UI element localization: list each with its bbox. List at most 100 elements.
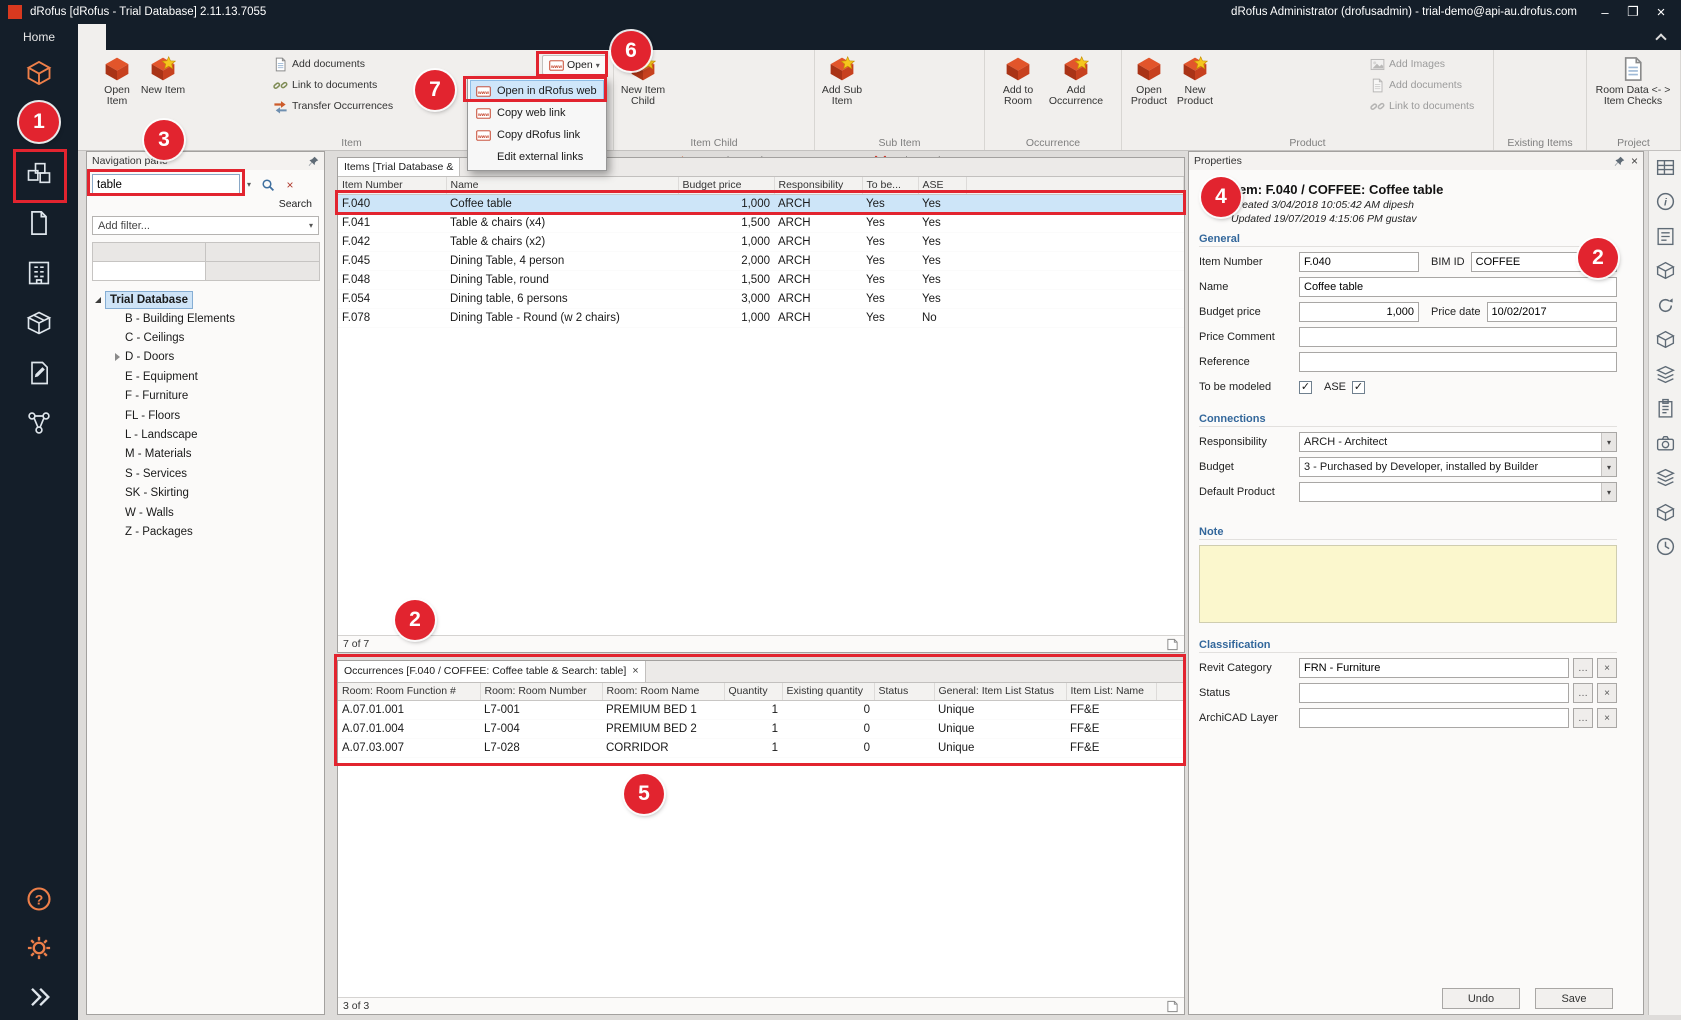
column-header[interactable]: Room: Room Name xyxy=(602,683,724,700)
tab-occurrences[interactable]: Occurrences [F.040 / COFFEE: Coffee tabl… xyxy=(338,661,646,682)
ribbon-big-button[interactable]: New Item xyxy=(140,53,186,107)
right-toolbar-button[interactable] xyxy=(1652,223,1678,249)
ribbon-big-button[interactable]: Add Sub Item xyxy=(819,53,865,107)
close-tab-icon[interactable]: × xyxy=(632,661,638,682)
price-comment-input[interactable] xyxy=(1299,327,1617,347)
ribbon-small-button[interactable]: Add Images xyxy=(1370,55,1474,73)
column-header[interactable]: Item Number xyxy=(338,177,446,194)
tree-item[interactable]: Z - Packages xyxy=(87,522,324,541)
archicad-layer-browse-button[interactable]: … xyxy=(1573,708,1593,728)
undo-button[interactable]: Undo xyxy=(1442,988,1520,1009)
ribbon-small-button[interactable]: Transfer Occurrences xyxy=(273,97,393,115)
ribbon-tab[interactable] xyxy=(190,24,218,50)
ribbon-big-button[interactable]: Add Occurrence xyxy=(1047,53,1105,107)
revit-category-clear-button[interactable]: × xyxy=(1597,658,1617,678)
column-header[interactable]: To be... xyxy=(862,177,918,194)
columns-icon[interactable] xyxy=(1166,1000,1179,1013)
tree-item[interactable]: FL - Floors xyxy=(87,406,324,425)
ribbon-big-button[interactable]: Open Item xyxy=(94,53,140,107)
column-header[interactable]: Item List: Name xyxy=(1066,683,1156,700)
column-header[interactable]: Quantity xyxy=(724,683,782,700)
collapse-ribbon-button[interactable] xyxy=(1657,24,1665,50)
price-date-input[interactable] xyxy=(1487,302,1617,322)
revit-category-browse-button[interactable]: … xyxy=(1573,658,1593,678)
archicad-layer-clear-button[interactable]: × xyxy=(1597,708,1617,728)
tree-item[interactable]: L - Landscape xyxy=(87,425,324,444)
right-toolbar-button[interactable] xyxy=(1652,430,1678,456)
tree-item[interactable]: W - Walls xyxy=(87,503,324,522)
ribbon-big-button[interactable]: Add to Room xyxy=(989,53,1047,107)
archicad-layer-input[interactable] xyxy=(1299,708,1569,728)
right-toolbar-button[interactable] xyxy=(1652,292,1678,318)
ribbon-tab[interactable] xyxy=(106,24,134,50)
budget-select[interactable]: 3 - Purchased by Developer, installed by… xyxy=(1299,457,1617,477)
save-button[interactable]: Save xyxy=(1535,988,1613,1009)
tab-home[interactable]: Home xyxy=(0,24,78,50)
ribbon-big-button[interactable]: New Product xyxy=(1172,53,1218,107)
item-row[interactable]: F.042 Table & chairs (x2) 1,000 ARCH Yes… xyxy=(338,232,1184,251)
item-row[interactable]: F.048 Dining Table, round 1,500 ARCH Yes… xyxy=(338,270,1184,289)
status-browse-button[interactable]: … xyxy=(1573,683,1593,703)
close-icon[interactable]: × xyxy=(1647,1,1675,23)
right-toolbar-button[interactable] xyxy=(1652,327,1678,353)
search-history-dropdown[interactable]: ▾ xyxy=(242,174,256,195)
clear-search-icon[interactable]: × xyxy=(280,174,300,195)
right-toolbar-button[interactable] xyxy=(1652,534,1678,560)
default-product-select[interactable]: ▾ xyxy=(1299,482,1617,502)
tree-item[interactable]: C - Ceilings xyxy=(87,328,324,347)
responsibility-select[interactable]: ARCH - Architect ▾ xyxy=(1299,432,1617,452)
tab-items-list[interactable]: Items [Trial Database & xyxy=(338,158,460,176)
tree-item[interactable]: E - Equipment xyxy=(87,367,324,386)
tree-item[interactable]: B - Building Elements xyxy=(87,309,324,328)
right-toolbar-button[interactable] xyxy=(1652,154,1678,180)
status-input[interactable] xyxy=(1299,683,1569,703)
column-header[interactable]: ASE xyxy=(918,177,966,194)
ribbon-big-button[interactable]: Open Product xyxy=(1126,53,1172,107)
pin-icon[interactable] xyxy=(308,156,319,167)
open-dropdown-button[interactable]: Open ▾ xyxy=(542,55,607,75)
item-row[interactable]: F.040 Coffee table 1,000 ARCH Yes Yes xyxy=(338,194,1184,213)
right-toolbar-button[interactable] xyxy=(1652,465,1678,491)
search-input[interactable] xyxy=(92,174,240,195)
column-header[interactable]: Budget price xyxy=(678,177,774,194)
ribbon-small-button[interactable]: Add documents xyxy=(1370,76,1474,94)
note-textarea[interactable] xyxy=(1199,545,1617,623)
occurrence-row[interactable]: A.07.03.007 L7-028 CORRIDOR 1 0 Unique F… xyxy=(338,738,1184,757)
search-icon[interactable] xyxy=(258,174,278,195)
tree-item[interactable]: S - Services xyxy=(87,464,324,483)
revit-category-input[interactable] xyxy=(1299,658,1569,678)
right-toolbar-button[interactable] xyxy=(1652,499,1678,525)
add-filter-select[interactable]: Add filter... ▾ xyxy=(92,216,319,235)
ribbon-tab[interactable] xyxy=(134,24,162,50)
occurrence-row[interactable]: A.07.01.004 L7-004 PREMIUM BED 2 1 0 Uni… xyxy=(338,719,1184,738)
tree-item[interactable]: M - Materials xyxy=(87,445,324,464)
item-row[interactable]: F.078 Dining Table - Round (w 2 chairs) … xyxy=(338,308,1184,327)
column-header[interactable]: Name xyxy=(446,177,678,194)
maximize-icon[interactable]: ❐ xyxy=(1619,1,1647,23)
status-clear-button[interactable]: × xyxy=(1597,683,1617,703)
pin-icon[interactable] xyxy=(1614,156,1625,167)
sidebar-button[interactable] xyxy=(24,58,54,88)
ribbon-big-button[interactable]: Room Data <- > Item Checks xyxy=(1591,53,1675,107)
column-header[interactable]: Existing quantity xyxy=(782,683,874,700)
column-header[interactable]: Status xyxy=(874,683,934,700)
column-header[interactable]: Responsibility xyxy=(774,177,862,194)
search-link[interactable]: Search xyxy=(87,195,324,210)
sidebar-button[interactable] xyxy=(24,158,54,188)
sidebar-button[interactable] xyxy=(24,408,54,438)
menu-item[interactable]: Copy web link xyxy=(470,102,604,124)
column-header[interactable]: Room: Room Number xyxy=(480,683,602,700)
name-input[interactable] xyxy=(1299,277,1617,297)
column-header[interactable]: Room: Room Function # xyxy=(338,683,480,700)
right-toolbar-button[interactable] xyxy=(1652,361,1678,387)
column-header[interactable]: General: Item List Status xyxy=(934,683,1066,700)
menu-item[interactable]: Open in dRofus web xyxy=(470,80,604,102)
to-be-modeled-checkbox[interactable] xyxy=(1299,381,1312,394)
sidebar-button[interactable] xyxy=(24,308,54,338)
nav-tree-mode-tab[interactable] xyxy=(92,261,207,281)
tree-item[interactable]: D - Doors xyxy=(87,348,324,367)
sidebar-button[interactable] xyxy=(24,208,54,238)
ribbon-small-button[interactable]: Add documents xyxy=(273,55,393,73)
item-row[interactable]: F.045 Dining Table, 4 person 2,000 ARCH … xyxy=(338,251,1184,270)
menu-item[interactable]: Edit external links xyxy=(470,146,604,168)
